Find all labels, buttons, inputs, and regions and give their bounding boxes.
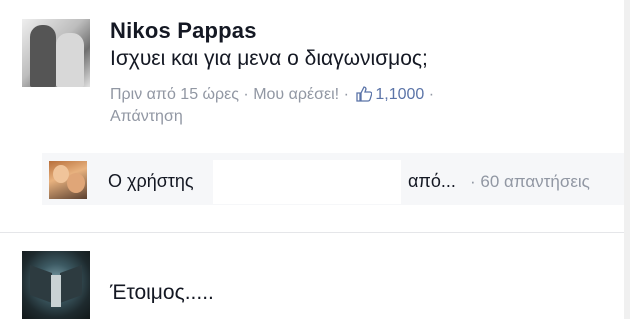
like-count: 1,1000 (375, 86, 425, 103)
meta-separator: · (428, 86, 435, 103)
replies-count[interactable]: · 60 απαντήσεις (470, 172, 590, 192)
avatar-wing (30, 264, 52, 304)
replies-bar-prefix[interactable]: Ο χρήστης (108, 171, 194, 192)
avatar-figure (51, 275, 61, 307)
meta-separator: · (343, 86, 349, 103)
avatar-figure (30, 25, 56, 87)
avatar-figure (56, 33, 84, 87)
scrollbar-track[interactable] (624, 0, 630, 319)
reply-link[interactable]: Απάντηση (110, 108, 183, 125)
commenter-avatar-second[interactable] (22, 251, 90, 319)
like-count-link[interactable]: 1,1000 (353, 86, 424, 103)
meta-separator: · (243, 86, 249, 103)
comment-meta: Πριν από 15 ώρες · Μου αρέσει! · 1,1000 … (110, 84, 550, 128)
comment-divider (0, 232, 630, 233)
comment-timestamp[interactable]: Πριν από 15 ώρες (110, 86, 239, 103)
replies-bar-truncated[interactable]: από... (408, 171, 456, 192)
reply-author-avatar[interactable] (49, 161, 87, 199)
like-link[interactable]: Μου αρέσει! (253, 86, 339, 103)
avatar-wing (60, 264, 82, 304)
comment-author-name[interactable]: Nikos Pappas (110, 18, 257, 44)
thumbs-up-icon (356, 86, 373, 102)
commenter-avatar-nikos[interactable] (22, 19, 90, 87)
avatar-face (67, 173, 85, 193)
comment-text: Ισχυει και για μενα ο διαγωνισμος; (110, 47, 428, 70)
redacted-area (213, 160, 401, 204)
comment-text: Έτοιμος..... (110, 281, 214, 304)
